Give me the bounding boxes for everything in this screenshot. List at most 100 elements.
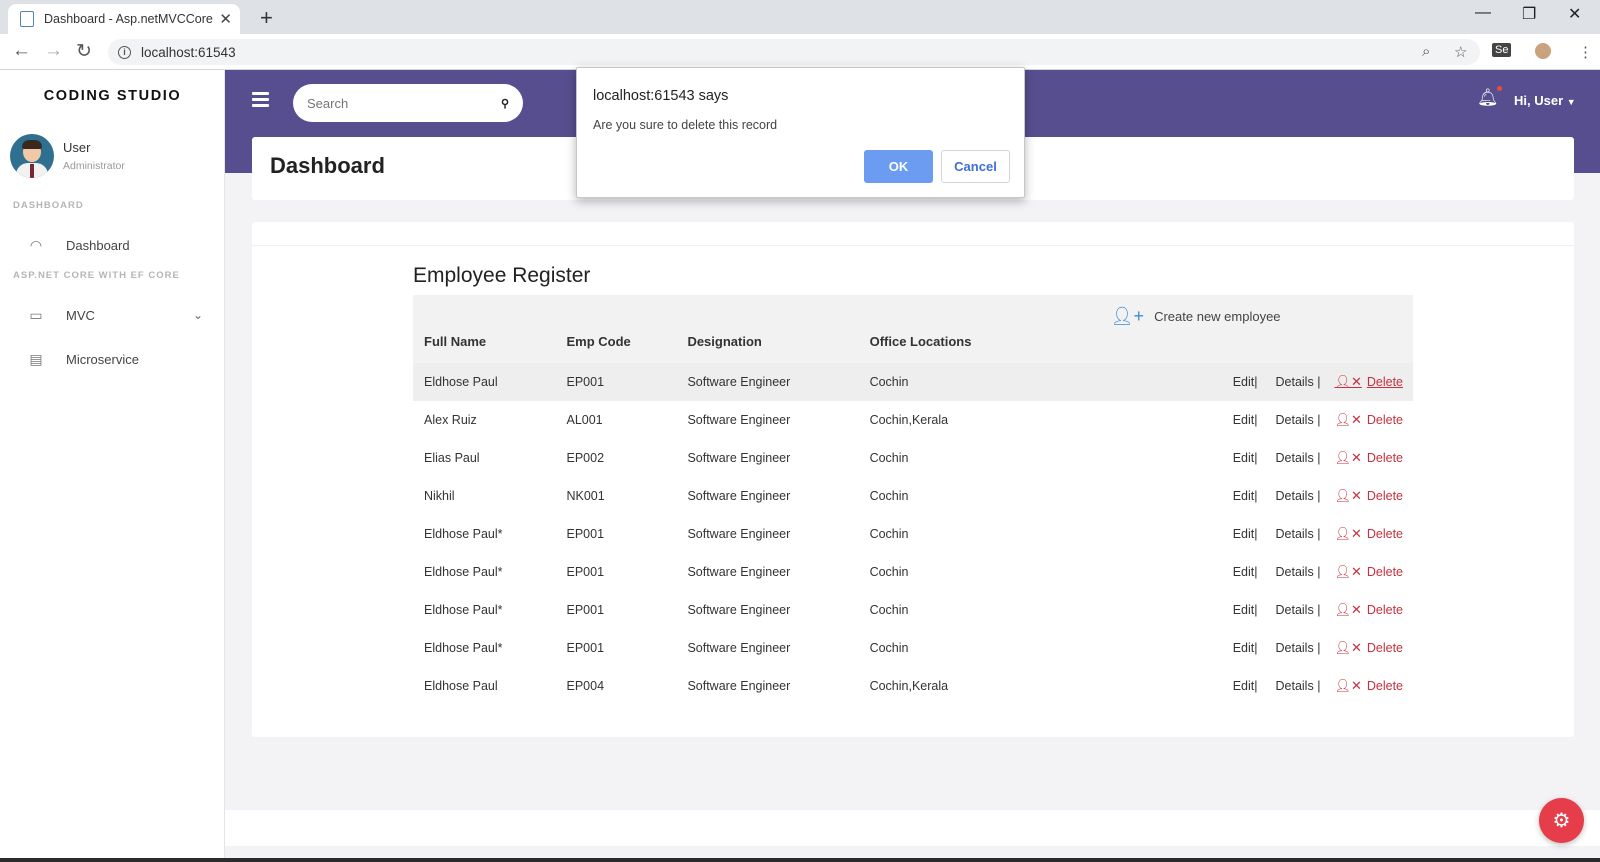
details-link[interactable]: Details: [1276, 603, 1314, 617]
edit-link[interactable]: Edit: [1233, 527, 1255, 541]
new-tab-icon[interactable]: +: [260, 5, 273, 31]
zoom-icon[interactable]: ⌕: [1422, 43, 1430, 60]
info-icon[interactable]: i: [118, 45, 131, 59]
details-link[interactable]: Details: [1276, 641, 1314, 655]
delete-label: Delete: [1366, 489, 1403, 503]
table-cell: NK001: [566, 489, 605, 503]
delete-link[interactable]: 👤︎✕ Delete: [1334, 678, 1403, 694]
column-header: Full Name: [424, 334, 487, 349]
details-link[interactable]: Details: [1276, 413, 1314, 427]
user-remove-icon: 👤︎✕: [1334, 564, 1362, 579]
separator: |: [1254, 375, 1258, 389]
delete-link[interactable]: 👤︎✕ Delete: [1334, 640, 1403, 656]
edit-link[interactable]: Edit: [1233, 603, 1255, 617]
delete-label: Delete: [1366, 413, 1403, 427]
user-remove-icon: 👤︎✕: [1334, 678, 1362, 693]
table-cell: Software Engineer: [687, 679, 791, 693]
hamburger-menu-icon[interactable]: [252, 92, 269, 110]
separator: |: [1254, 451, 1258, 465]
delete-link[interactable]: 👤︎✕ Delete: [1334, 564, 1403, 580]
close-tab-icon[interactable]: ✕: [219, 10, 232, 28]
details-link[interactable]: Details: [1276, 565, 1314, 579]
delete-link[interactable]: 👤︎✕ Delete: [1334, 374, 1403, 390]
table-cell: Eldhose Paul: [424, 679, 498, 693]
create-employee-link[interactable]: 👤︎+ Create new employee: [1111, 306, 1281, 327]
search-icon[interactable]: ⚲: [501, 97, 509, 110]
table-cell: Eldhose Paul*: [424, 565, 503, 579]
row-actions: Edit| Details | 👤︎✕ Delete: [1046, 439, 1413, 477]
delete-label: Delete: [1366, 451, 1403, 465]
footer: [225, 810, 1600, 846]
user-name: User: [63, 140, 91, 155]
back-icon[interactable]: ←: [12, 40, 31, 62]
divider: [252, 245, 1574, 246]
sidebar-item-dashboard[interactable]: ◠ Dashboard: [0, 227, 225, 263]
menu-kebab-icon[interactable]: ⋮: [1578, 43, 1593, 61]
avatar: [10, 134, 54, 178]
forward-icon[interactable]: →: [44, 40, 63, 62]
separator: |: [1254, 603, 1258, 617]
profile-avatar[interactable]: [1535, 43, 1551, 59]
confirm-dialog: localhost:61543 says Are you sure to del…: [576, 67, 1025, 198]
page-icon: [20, 11, 34, 27]
separator: |: [1317, 565, 1321, 579]
bookmark-star-icon[interactable]: ☆: [1454, 43, 1467, 61]
caret-down-icon: ▼: [1566, 97, 1576, 107]
details-link[interactable]: Details: [1276, 679, 1314, 693]
delete-link[interactable]: 👤︎✕ Delete: [1334, 602, 1403, 618]
details-link[interactable]: Details: [1276, 527, 1314, 541]
settings-gear-button[interactable]: ⚙: [1539, 798, 1584, 843]
row-actions: Edit| Details | 👤︎✕ Delete: [1046, 553, 1413, 591]
search-input[interactable]: [307, 95, 501, 111]
table-row: Eldhose Paul* EP001 Software Engineer Cochi…: [413, 515, 1413, 553]
separator: |: [1254, 489, 1258, 503]
section-label-aspnet: ASP.NET CORE WITH EF CORE: [13, 270, 180, 281]
details-link[interactable]: Details: [1276, 489, 1314, 503]
edit-link[interactable]: Edit: [1233, 375, 1255, 389]
tab-title: Dashboard - Asp.netMVCCoreWi: [44, 12, 214, 26]
restore-icon[interactable]: ❐: [1522, 4, 1536, 24]
delete-link[interactable]: 👤︎✕ Delete: [1334, 412, 1403, 428]
minimize-icon[interactable]: —: [1475, 4, 1491, 22]
table-cell: Cochin: [869, 603, 909, 617]
delete-link[interactable]: 👤︎✕ Delete: [1334, 488, 1403, 504]
edit-link[interactable]: Edit: [1233, 489, 1255, 503]
edit-link[interactable]: Edit: [1233, 451, 1255, 465]
browser-tab[interactable]: Dashboard - Asp.netMVCCoreWi ✕: [8, 4, 240, 34]
edit-link[interactable]: Edit: [1233, 679, 1255, 693]
user-remove-icon: 👤︎✕: [1334, 526, 1362, 541]
details-link[interactable]: Details: [1276, 375, 1314, 389]
reload-icon[interactable]: ↻: [76, 40, 92, 63]
sidebar-item-mvc[interactable]: ▭ MVC ⌄: [0, 297, 225, 333]
table-cell: Alex Ruiz: [424, 413, 477, 427]
table-cell: Software Engineer: [687, 565, 791, 579]
edit-link[interactable]: Edit: [1233, 641, 1255, 655]
create-cell: 👤︎+ Create new employee: [1046, 295, 1413, 363]
gauge-icon: ◠: [29, 236, 43, 253]
table-row: Nikhil NK001 Software Engineer Cochin Edit| D…: [413, 477, 1413, 515]
delete-label: Delete: [1366, 641, 1403, 655]
user-menu[interactable]: Hi, User ▼: [1514, 93, 1576, 108]
table-cell: EP002: [566, 451, 605, 465]
separator: |: [1317, 603, 1321, 617]
edit-link[interactable]: Edit: [1233, 413, 1255, 427]
sidebar-item-microservice[interactable]: ▤ Microservice: [0, 341, 225, 377]
extension-icon[interactable]: Se: [1492, 43, 1512, 57]
edit-link[interactable]: Edit: [1233, 565, 1255, 579]
delete-link[interactable]: 👤︎✕ Delete: [1334, 526, 1403, 542]
table-cell: Eldhose Paul: [424, 375, 498, 389]
table-row: Alex Ruiz AL001 Software Engineer Cochin,Ke…: [413, 401, 1413, 439]
table-cell: AL001: [566, 413, 603, 427]
separator: |: [1317, 527, 1321, 541]
delete-link[interactable]: 👤︎✕ Delete: [1334, 450, 1403, 466]
table-row: Elias Paul EP002 Software Engineer Cochin Ed…: [413, 439, 1413, 477]
cancel-button[interactable]: Cancel: [941, 150, 1010, 183]
table-cell: Software Engineer: [687, 451, 791, 465]
delete-label: Delete: [1366, 527, 1403, 541]
close-window-icon[interactable]: ✕: [1568, 4, 1581, 24]
details-link[interactable]: Details: [1276, 451, 1314, 465]
address-bar[interactable]: i localhost:61543: [108, 39, 1480, 65]
table-cell: Cochin,Kerala: [869, 679, 949, 693]
bell-icon[interactable]: 🔔︎: [1477, 86, 1502, 108]
ok-button[interactable]: OK: [864, 150, 933, 183]
